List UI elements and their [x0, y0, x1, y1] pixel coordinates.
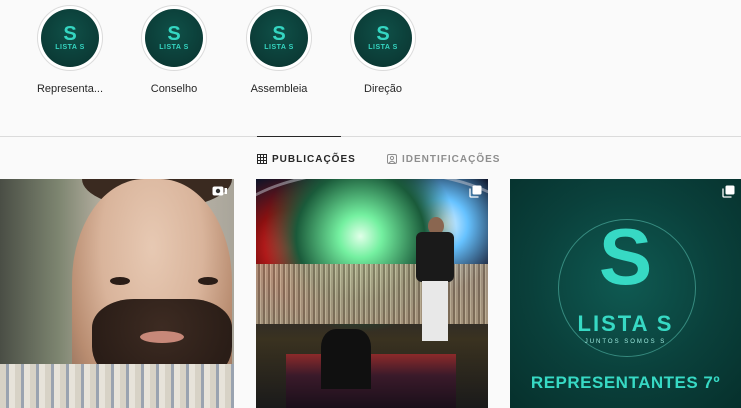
logo-text: LISTA S: [368, 43, 398, 51]
post-thumbnail-video[interactable]: [0, 179, 234, 408]
photo-performer: [416, 217, 454, 341]
photo-performer-legs: [422, 281, 448, 341]
logo-letter: S: [63, 22, 77, 45]
lista-s-logo: S LISTA S: [250, 9, 308, 67]
tabs-divider: [0, 136, 741, 137]
logo-letter: S: [376, 22, 390, 45]
highlight-conselho[interactable]: S LISTA S Conselho: [124, 5, 224, 95]
photo-eye: [198, 277, 218, 285]
logo-letter: S: [167, 22, 181, 45]
photo-dj: [321, 329, 371, 389]
logo-letter: S: [598, 212, 653, 301]
lista-s-logo: S LISTA S: [41, 9, 99, 67]
logo-text: LISTA S: [577, 311, 674, 336]
highlight-ring: S LISTA S: [141, 5, 207, 71]
tab-label: IDENTIFICAÇÕES: [402, 153, 501, 165]
post-thumbnail-concert[interactable]: [256, 179, 488, 408]
active-tab-indicator: [257, 136, 341, 137]
highlight-ring: S LISTA S: [246, 5, 312, 71]
highlight-assembleia[interactable]: S LISTA S Assembleia: [229, 5, 329, 95]
highlight-representantes[interactable]: S LISTA S Representa...: [20, 5, 120, 95]
tab-label: PUBLICAÇÕES: [272, 153, 356, 165]
photo-shirt: [0, 364, 234, 408]
logo-letter: S: [272, 22, 286, 45]
carousel-icon: [722, 185, 735, 198]
tab-publicacoes[interactable]: PUBLICAÇÕES: [257, 152, 356, 166]
highlight-label: Representa...: [36, 83, 104, 95]
tab-identificacoes[interactable]: IDENTIFICAÇÕES: [387, 152, 500, 166]
story-highlights: S LISTA S Representa... S LISTA S Consel…: [0, 0, 741, 136]
carousel-icon: [469, 185, 482, 198]
highlight-label: Direção: [364, 83, 402, 95]
grid-icon: [257, 154, 267, 164]
highlight-ring: S LISTA S: [37, 5, 103, 71]
post-caption: REPRESENTANTES 7º: [530, 373, 721, 392]
highlight-ring: S LISTA S: [350, 5, 416, 71]
photo-eye: [110, 277, 130, 285]
highlight-label: Assembleia: [250, 83, 308, 95]
highlight-direcao[interactable]: S LISTA S Direção: [333, 5, 433, 95]
logo-tagline: JUNTOS SOMOS S: [584, 339, 667, 345]
highlight-label: Conselho: [150, 83, 198, 95]
logo-text: LISTA S: [264, 43, 294, 51]
post-thumbnail-lista-s[interactable]: S LISTA S JUNTOS SOMOS S REPRESENTANTES …: [510, 179, 741, 408]
photo-mouth: [140, 331, 184, 343]
tag-icon: [387, 154, 397, 164]
lista-s-logo: S LISTA S: [354, 9, 412, 67]
logo-text: LISTA S: [55, 43, 85, 51]
photo-performer-torso: [416, 232, 454, 282]
video-icon: [212, 186, 227, 196]
photo-dj-booth: [286, 354, 456, 408]
logo-text: LISTA S: [159, 43, 189, 51]
lista-s-logo: S LISTA S: [145, 9, 203, 67]
